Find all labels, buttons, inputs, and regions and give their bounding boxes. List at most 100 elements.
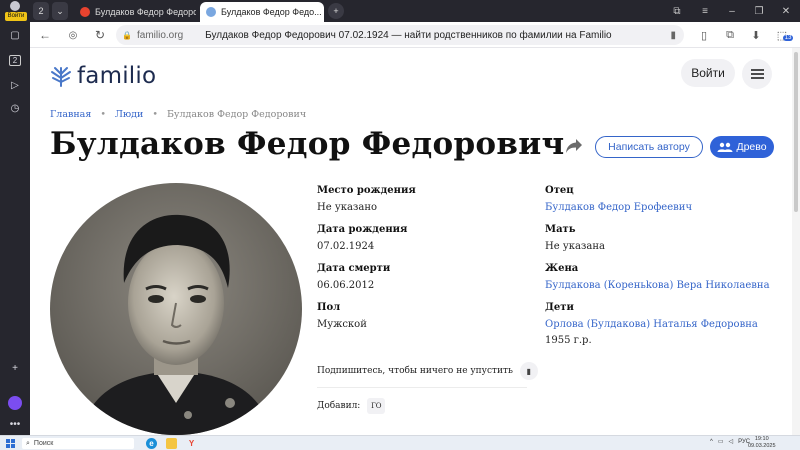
breadcrumb-current: Булдаков Федор Федорович [166, 109, 307, 120]
extensions-icon[interactable]: ⧉ [722, 27, 738, 43]
tree-button-label: Древо [736, 141, 767, 153]
share-icon[interactable] [565, 138, 583, 154]
edge-icon[interactable]: e [146, 438, 157, 449]
subscribe-bookmark-icon[interactable]: ▮ [519, 362, 538, 380]
yandex-favicon [80, 7, 90, 17]
play-icon[interactable]: ▷ [7, 77, 23, 93]
lock-icon: 🔒 [122, 30, 132, 40]
birth-date-value: 07.02.1924 [317, 241, 375, 252]
father-label: Отец [545, 185, 574, 196]
mother-value: Не указана [545, 241, 605, 252]
birth-date-field: Дата рождения 07.02.1924 [317, 224, 407, 252]
clock[interactable]: 19:10 09.03.2025 [748, 436, 776, 450]
wife-label: Жена [545, 263, 579, 274]
tab-active[interactable]: Булдаков Федор Федо... ✕ [200, 2, 324, 22]
child-birth-year: 1955 г.р. [545, 335, 592, 346]
add-panel-icon[interactable]: + [7, 360, 23, 376]
tab-inactive[interactable]: Булдаков Федор Федорович [74, 2, 196, 22]
father-link[interactable]: Булдаков Федор Ерофеевич [545, 202, 692, 213]
close-window-icon[interactable]: ✕ [779, 4, 793, 18]
alice-assistant-icon[interactable] [7, 395, 23, 411]
page-content: familio Войти Главная • Люди • Булдаков … [30, 48, 792, 435]
url-field[interactable]: 🔒 familio.org Булдаков Федор Федорович 0… [116, 25, 684, 45]
mother-label: Мать [545, 224, 576, 235]
death-date-label: Дата смерти [317, 263, 391, 274]
familio-logo[interactable]: familio [49, 63, 156, 89]
minimize-icon[interactable]: – [725, 4, 739, 18]
profile-icon [10, 1, 20, 11]
subscribe-text: Подпишитесь, чтобы ничего не упустить [317, 366, 513, 376]
birth-date-label: Дата рождения [317, 224, 408, 235]
hamburger-menu-button[interactable] [742, 59, 772, 89]
windows-start-icon[interactable] [6, 439, 15, 448]
author-avatar[interactable]: ГО [367, 398, 386, 414]
wife-field: Жена Булдакова (Кореньkова) Вера Николае… [545, 263, 770, 291]
volume-icon[interactable]: ◁ [729, 438, 734, 445]
father-field: Отец Булдаков Федор Ерофеевич [545, 185, 692, 213]
breadcrumb: Главная • Люди • Булдаков Федор Федорови… [50, 109, 307, 120]
death-date-value: 06.06.2012 [317, 280, 375, 291]
breadcrumb-home[interactable]: Главная [50, 109, 91, 120]
added-by-row: Добавил: ГО [317, 398, 386, 414]
taskbar-search[interactable]: ⌕ Поиск [22, 438, 134, 449]
tab-groups-button[interactable]: 2 [33, 2, 49, 20]
history-icon[interactable]: ◷ [7, 100, 23, 116]
extension-badge-icon[interactable]: ⬚ 13 [774, 27, 794, 43]
address-bar: ← ◎ ↻ 🔒 familio.org Булдаков Федор Федор… [30, 22, 800, 48]
bookmark-icon[interactable]: ▮ [670, 30, 676, 41]
bookmarks-panel-icon[interactable]: ⧉ [670, 4, 684, 18]
protect-icon[interactable]: ◎ [65, 27, 81, 43]
back-icon[interactable]: ← [37, 27, 53, 43]
url-domain: familio.org [137, 29, 184, 41]
birth-place-label: Место рождения [317, 185, 416, 196]
hamburger-icon [750, 69, 764, 79]
yandex-browser-icon[interactable]: Y [186, 438, 197, 449]
sex-label: Пол [317, 302, 341, 313]
taskbar: ⌕ Поиск e Y ^ ▭ ◁ РУС 19:10 09.03.2025 [0, 435, 800, 450]
death-date-field: Дата смерти 06.06.2012 [317, 263, 390, 291]
reload-icon[interactable]: ↻ [92, 27, 108, 43]
network-icon[interactable]: ▭ [718, 438, 724, 445]
sex-field: Пол Мужской [317, 302, 367, 330]
browser-login-label: Войти [5, 12, 27, 21]
sex-value: Мужской [317, 319, 367, 330]
chevron-up-icon[interactable]: ^ [710, 439, 713, 445]
mother-field: Мать Не указана [545, 224, 605, 252]
search-icon: ⌕ [26, 439, 30, 447]
breadcrumb-people[interactable]: Люди [115, 109, 143, 120]
family-tree-button[interactable]: Древо [710, 136, 774, 158]
collections-icon[interactable]: ▢ [7, 27, 23, 43]
downloads-icon[interactable]: ⬇ [748, 27, 764, 43]
more-icon[interactable]: ••• [7, 416, 23, 432]
birth-place-value: Не указано [317, 202, 378, 213]
file-explorer-icon[interactable] [166, 438, 177, 449]
close-tab-icon[interactable]: ✕ [322, 7, 324, 18]
url-page-title: Булдаков Федор Федорович 07.02.1924 — на… [205, 29, 612, 41]
subscribe-row: Подпишитесь, чтобы ничего не упустить ▮ [317, 362, 538, 380]
new-tab-button[interactable]: + [328, 3, 344, 19]
clock-date: 09.03.2025 [748, 443, 776, 449]
children-field: Дети Орлова (Булдакова) Наталья Федоровн… [545, 302, 758, 346]
browser-login-button[interactable]: Войти [2, 0, 28, 22]
birth-place-field: Место рождения Не указано [317, 185, 416, 213]
wife-link[interactable]: Булдакова (Кореньkова) Вера Николаевна [545, 280, 770, 291]
page-scrollbar[interactable] [792, 48, 800, 435]
child-link[interactable]: Орлова (Булдакова) Наталья Федоровна [545, 319, 758, 330]
page-title: Булдаков Федор Федорович [50, 126, 565, 162]
scroll-thumb[interactable] [794, 52, 798, 212]
logo-text: familio [77, 63, 157, 89]
tree-logo-icon [51, 67, 71, 87]
children-label: Дети [545, 302, 574, 313]
write-author-button[interactable]: Написать автору [595, 136, 703, 158]
added-label: Добавил: [317, 401, 361, 411]
portrait-image [50, 183, 302, 435]
tab-counter-icon[interactable]: 2 [7, 52, 23, 68]
divider [317, 387, 527, 388]
login-button[interactable]: Войти [681, 59, 735, 87]
familio-favicon [206, 7, 216, 17]
tab-bar: 2 ⌄ Булдаков Федор Федорович Булдаков Фе… [30, 0, 800, 22]
maximize-icon[interactable]: ❐ [752, 4, 766, 18]
reader-icon[interactable]: ▯ [696, 27, 712, 43]
tabs-dropdown-icon[interactable]: ⌄ [52, 2, 68, 20]
menu-icon[interactable]: ≡ [698, 4, 712, 18]
